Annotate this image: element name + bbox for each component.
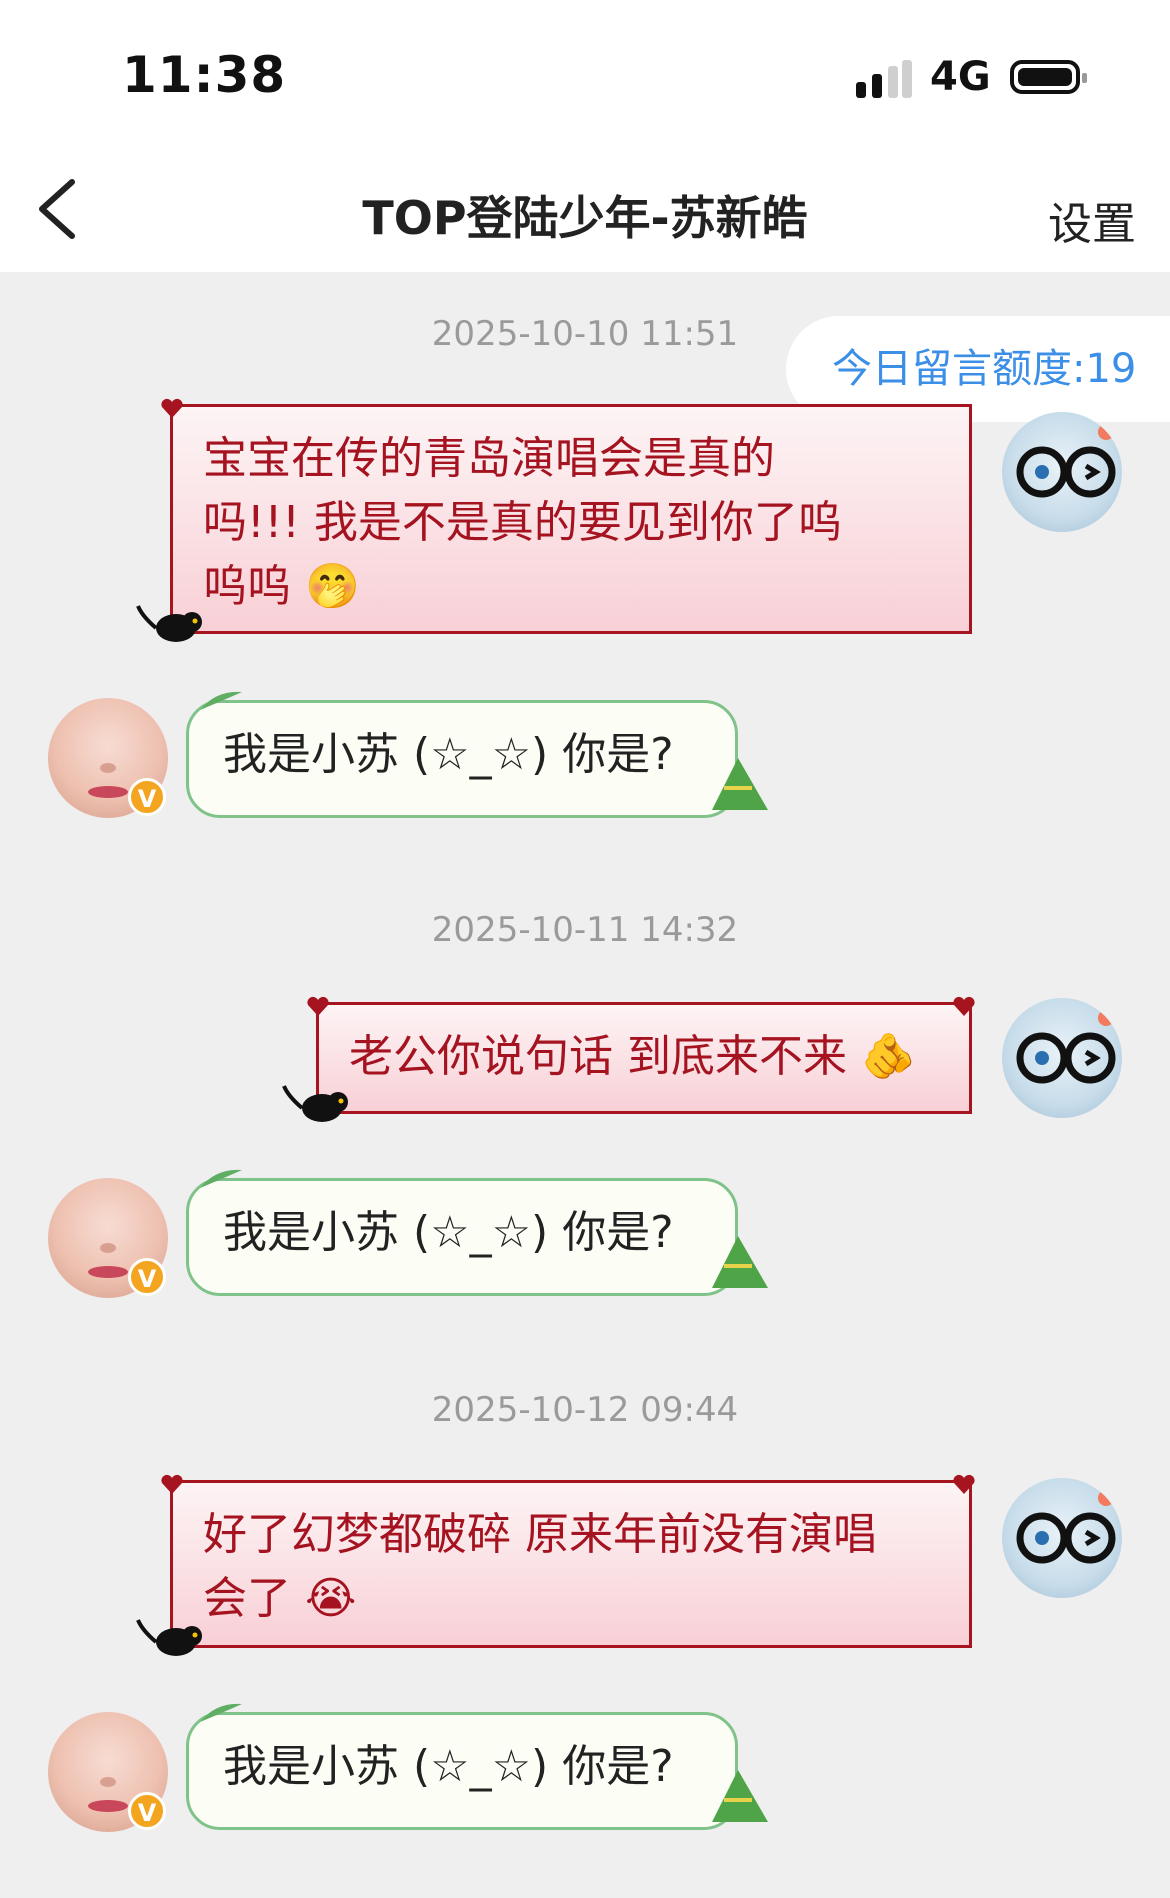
heart-icon <box>953 1474 975 1494</box>
chat-header: TOP登陆少年-苏新皓 设置 <box>0 140 1170 272</box>
outgoing-message-bubble[interactable]: 宝宝在传的青岛演唱会是真的 吗!!! 我是不是真的要见到你了呜 呜呜 🤭 <box>170 404 972 634</box>
verified-badge: V <box>128 778 166 816</box>
verified-badge: V <box>128 1258 166 1296</box>
incoming-message-text: 我是小苏 (☆_☆) 你是? <box>223 729 674 780</box>
incoming-message-text: 我是小苏 (☆_☆) 你是? <box>223 1741 674 1792</box>
incoming-message-text: 我是小苏 (☆_☆) 你是? <box>223 1207 674 1258</box>
verified-badge: V <box>128 1792 166 1830</box>
rice-dumpling-icon <box>712 758 768 810</box>
heart-icon <box>953 996 975 1016</box>
rice-dumpling-icon <box>712 1770 768 1822</box>
heart-icon <box>161 398 183 418</box>
outgoing-message-text: 好了幻梦都破碎 原来年前没有演唱 会了 😭 <box>203 1509 877 1624</box>
outgoing-message-text: 宝宝在传的青岛演唱会是真的 吗!!! 我是不是真的要见到你了呜 呜呜 🤭 <box>203 433 842 612</box>
bamboo-leaf-icon <box>200 691 242 710</box>
message-timestamp: 2025-10-12 09:44 <box>431 1390 739 1430</box>
black-cat-icon <box>136 605 202 642</box>
incoming-message-bubble[interactable]: 我是小苏 (☆_☆) 你是? <box>186 700 738 818</box>
incoming-message-bubble[interactable]: 我是小苏 (☆_☆) 你是? <box>186 1178 738 1296</box>
cartoon-face-icon <box>1016 424 1116 498</box>
network-type: 4G <box>930 54 991 100</box>
status-bar: 11:38 4G <box>0 0 1170 140</box>
user-avatar[interactable] <box>1002 1478 1122 1598</box>
bamboo-leaf-icon <box>200 1703 242 1722</box>
black-cat-icon <box>136 1619 202 1656</box>
incoming-message-bubble[interactable]: 我是小苏 (☆_☆) 你是? <box>186 1712 738 1830</box>
status-time: 11:38 <box>122 46 287 104</box>
rice-dumpling-icon <box>712 1236 768 1288</box>
settings-button[interactable]: 设置 <box>1048 188 1136 252</box>
emoji-icon: 🤭 <box>305 561 360 612</box>
emoji-icon: 😭 <box>305 1573 357 1624</box>
message-timestamp: 2025-10-11 14:32 <box>431 910 739 950</box>
cellular-signal-icon <box>856 60 912 98</box>
outgoing-message-text: 老公你说句话 到底来不来 🫵 <box>349 1031 916 1082</box>
battery-icon <box>1010 60 1087 94</box>
cartoon-face-icon <box>1016 1010 1116 1084</box>
outgoing-message-bubble[interactable]: 老公你说句话 到底来不来 🫵 <box>316 1002 972 1114</box>
cartoon-face-icon <box>1016 1490 1116 1564</box>
chat-title: TOP登陆少年-苏新皓 <box>362 191 808 245</box>
emoji-icon: 🫵 <box>861 1031 916 1082</box>
user-avatar[interactable] <box>1002 998 1122 1118</box>
black-cat-icon <box>282 1085 348 1122</box>
user-avatar[interactable] <box>1002 412 1122 532</box>
heart-icon <box>307 996 329 1016</box>
bamboo-leaf-icon <box>200 1169 242 1188</box>
outgoing-message-bubble[interactable]: 好了幻梦都破碎 原来年前没有演唱 会了 😭 <box>170 1480 972 1648</box>
heart-icon <box>161 1474 183 1494</box>
